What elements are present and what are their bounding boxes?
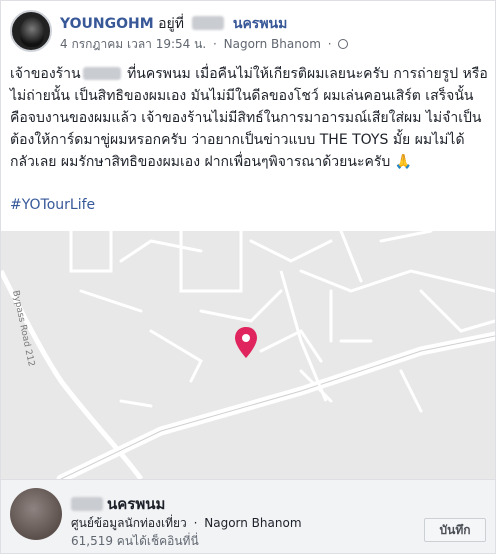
post-body-paragraph: เจ้าของร้าน ที่นครพนม เมื่อคืนไม่ให้เกีย… [10,63,488,173]
post-timestamp[interactable]: 4 กรกฎาคม เวลา 19:54 น. [60,37,206,51]
place-footer: นครพนม ศูนย์ข้อมูลนักท่องเที่ยว · Nagorn… [1,479,495,553]
place-location[interactable]: Nagorn Bhanom [204,516,301,530]
place-category[interactable]: ศูนย์ข้อมูลนักท่องเที่ยว [71,516,187,530]
author-avatar[interactable] [10,10,52,52]
location-map[interactable]: Bypass Road 212 [1,231,495,479]
meta-separator: · [212,37,217,51]
post-meta: 4 กรกฎาคม เวลา 19:54 น. · Nagorn Bhanom … [60,35,349,54]
place-subtitle: ศูนย์ข้อมูลนักท่องเที่ยว · Nagorn Bhanom [71,514,302,533]
body-part-1: เจ้าของร้าน [10,66,81,82]
author-name[interactable]: YOUNGOHM [60,16,154,32]
checkin-count: 61,519 คนได้เช็คอินที่นี่ [71,534,199,548]
body-part-2: ที่นครพนม เมื่อคืนไม่ให้เกียรติผมเลยนะคร… [127,66,459,82]
post-location[interactable]: Nagorn Bhanom [224,37,321,51]
post-title-line: YOUNGOHM อยู่ที่ นครพนม [60,13,287,35]
map-graphic: Bypass Road 212 [1,231,495,479]
post-card: YOUNGOHM อยู่ที่ นครพนม 4 กรกฎาคม เวลา 1… [0,0,496,554]
redacted-place-prefix [71,497,103,511]
place-avatar[interactable] [10,488,62,540]
globe-icon[interactable] [338,39,349,49]
footer-separator: · [193,516,198,530]
post-body: เจ้าของร้าน ที่นครพนม เมื่อคืนไม่ให้เกีย… [10,63,488,173]
place-link[interactable]: นครพนม [233,16,287,32]
meta-separator-2: · [327,37,332,51]
place-title[interactable]: นครพนม [71,492,165,516]
at-label: อยู่ที่ [158,16,184,32]
post-header: YOUNGOHM อยู่ที่ นครพนม 4 กรกฎาคม เวลา 1… [10,10,486,56]
save-button[interactable]: บันทึก [424,518,486,542]
redacted-name [192,16,225,30]
hashtag-link[interactable]: #YOTourLife [10,197,95,213]
place-title-text: นครพนม [107,495,166,513]
redacted-shop-name [82,67,121,80]
